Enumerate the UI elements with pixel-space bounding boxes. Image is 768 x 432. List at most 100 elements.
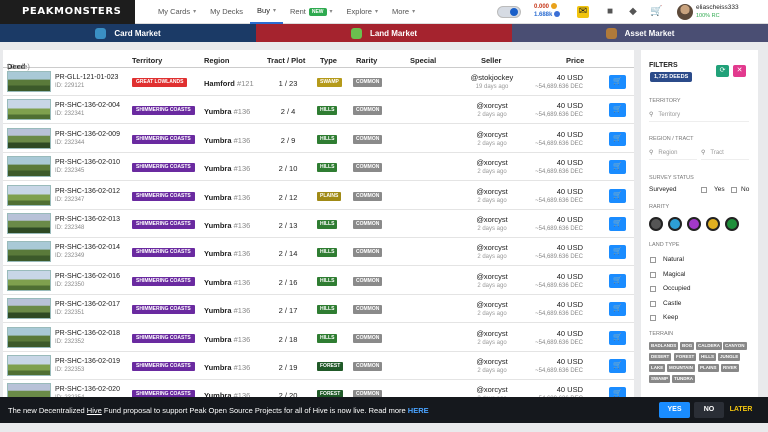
header-special[interactable]: Special (410, 56, 436, 65)
terrain-filter-tag[interactable]: FOREST (674, 353, 697, 361)
terrain-filter-tag[interactable]: PLAINS (698, 364, 719, 372)
deed-code[interactable]: PR-SHC-136-02-004 ID: 232341 (55, 102, 120, 117)
add-to-cart-button[interactable]: 🛒 (609, 359, 626, 373)
deed-code[interactable]: PR-SHC-136-02-014 ID: 232349 (55, 244, 120, 259)
deed-code[interactable]: PR-GLL-121-01-023 ID: 229121 (55, 74, 118, 89)
theme-toggle[interactable] (497, 6, 521, 18)
land-type-checkbox[interactable] (650, 300, 656, 307)
territory-input[interactable]: ⚲ Territory (649, 108, 749, 122)
terrain-filter-tag[interactable]: RIVER (721, 364, 739, 372)
deed-thumbnail[interactable] (7, 99, 51, 121)
table-row[interactable]: PR-SHC-136-02-017 ID: 232351 SHIMMERING CO… (3, 295, 634, 324)
deed-thumbnail[interactable] (7, 184, 51, 206)
header-region[interactable]: Region (204, 56, 229, 65)
deed-thumbnail[interactable] (7, 269, 51, 291)
add-to-cart-button[interactable]: 🛒 (609, 160, 626, 175)
land-type-checkbox[interactable] (650, 315, 656, 321)
refresh-filters-button[interactable]: ⟳ (716, 65, 729, 77)
table-row[interactable]: PR-SHC-136-02-013 ID: 232348 SHIMMERING CO… (3, 210, 634, 238)
terrain-filter-tag[interactable]: HILLS (699, 353, 716, 361)
terrain-filter-tag[interactable]: JUNGLE (718, 353, 741, 361)
table-row[interactable]: PR-SHC-136-02-009 ID: 232344 SHIMMERING CO… (3, 125, 634, 153)
deed-thumbnail[interactable] (7, 241, 51, 263)
clear-filters-button[interactable]: ✕ (733, 65, 746, 77)
header-seller[interactable]: Seller (481, 56, 501, 65)
terrain-filter-tag[interactable]: CANYON (723, 342, 747, 350)
surveyed-yes-checkbox[interactable] (701, 187, 707, 193)
table-row[interactable]: PR-SHC-136-02-012 ID: 232347 SHIMMERING CO… (3, 182, 634, 210)
deed-code[interactable]: PR-SHC-136-02-013 ID: 232348 (55, 216, 120, 231)
deed-thumbnail[interactable] (7, 71, 51, 92)
deed-code[interactable]: PR-SHC-136-02-017 ID: 232351 (55, 301, 120, 316)
region-input[interactable]: ⚲ Region (649, 146, 697, 160)
user-menu[interactable]: eliascheiss333 100% RC (696, 4, 739, 20)
nav-item-more[interactable]: More ▾ (385, 0, 422, 24)
terrain-filter-tag[interactable]: DESERT (649, 353, 672, 361)
chat-icon[interactable]: ✉ (577, 6, 589, 18)
here-link[interactable]: HERE (408, 406, 429, 415)
add-to-cart-button[interactable]: 🛒 (609, 217, 626, 231)
table-row[interactable]: PR-SHC-136-02-004 ID: 232341 SHIMMERING CO… (3, 96, 634, 125)
tab-land-market[interactable]: Land Market (256, 24, 512, 42)
rarity-filter-dot[interactable] (687, 217, 701, 231)
table-row[interactable]: PR-SHC-136-02-016 ID: 232350 SHIMMERING CO… (3, 267, 634, 295)
add-to-cart-button[interactable]: 🛒 (609, 75, 626, 89)
tract-input[interactable]: ⚲ Tract (701, 146, 749, 160)
hive-link[interactable]: Hive (87, 406, 102, 415)
deed-thumbnail[interactable] (7, 298, 51, 320)
deed-thumbnail[interactable] (7, 156, 51, 178)
surveyed-no-checkbox[interactable] (731, 187, 737, 193)
deed-thumbnail[interactable] (7, 355, 51, 376)
terrain-filter-tag[interactable]: CALDERA (696, 342, 722, 350)
nav-item-rent[interactable]: Rent NEW ▾ (283, 0, 340, 24)
deed-code[interactable]: PR-SHC-136-02-019 ID: 232353 (55, 358, 120, 373)
terrain-filter-tag[interactable]: BOG (680, 342, 695, 350)
deed-thumbnail[interactable] (7, 326, 51, 348)
rarity-filter-dot[interactable] (668, 217, 682, 231)
header-territory[interactable]: Territory (132, 56, 162, 65)
land-type-checkbox[interactable] (650, 257, 656, 263)
banner-later-button[interactable]: LATER (726, 402, 756, 418)
table-row[interactable]: PR-SHC-136-02-014 ID: 232349 SHIMMERING CO… (3, 238, 634, 267)
terrain-filter-tag[interactable]: TUNDRA (672, 375, 695, 383)
peakmonsters-logo[interactable]: PEAKMONSTERS (0, 0, 135, 24)
avatar[interactable] (677, 4, 693, 20)
add-to-cart-button[interactable]: 🛒 (609, 302, 626, 317)
land-type-checkbox[interactable] (650, 271, 656, 278)
rarity-filter-dot[interactable] (649, 217, 663, 231)
add-to-cart-button[interactable]: 🛒 (609, 245, 626, 260)
notification-icon[interactable]: ■ (604, 6, 616, 18)
terrain-filter-tag[interactable]: LAKE (649, 364, 666, 372)
add-to-cart-button[interactable]: 🛒 (609, 188, 626, 203)
deed-code[interactable]: PR-SHC-136-02-010 ID: 232345 (55, 159, 120, 174)
table-row[interactable]: PR-SHC-136-02-019 ID: 232353 SHIMMERING CO… (3, 352, 634, 380)
deed-code[interactable]: PR-SHC-136-02-016 ID: 232350 (55, 273, 120, 288)
deed-code[interactable]: PR-SHC-136-02-018 ID: 232352 (55, 330, 120, 345)
nav-item-buy[interactable]: Buy ▾ (250, 0, 283, 24)
terrain-filter-tag[interactable]: SWAMP (649, 375, 671, 383)
header-price[interactable]: Price (566, 56, 584, 65)
table-row[interactable]: PR-SHC-136-02-010 ID: 232345 SHIMMERING CO… (3, 153, 634, 182)
add-to-cart-button[interactable]: 🛒 (609, 131, 626, 146)
graduation-icon[interactable]: ◆ (627, 6, 639, 18)
header-tract-plot[interactable]: Tract / Plot (267, 56, 305, 65)
rarity-filter-dot[interactable] (706, 217, 720, 231)
tab-asset-market[interactable]: Asset Market (512, 24, 768, 42)
nav-item-my-decks[interactable]: My Decks (203, 0, 250, 24)
add-to-cart-button[interactable]: 🛒 (609, 273, 626, 288)
deed-thumbnail[interactable] (7, 127, 51, 149)
terrain-filter-tag[interactable]: MOUNTAIN (667, 364, 695, 372)
table-row[interactable]: PR-SHC-136-02-018 ID: 232352 SHIMMERING CO… (3, 324, 634, 352)
banner-no-button[interactable]: NO (694, 402, 724, 418)
header-type[interactable]: Type (320, 56, 337, 65)
banner-yes-button[interactable]: YES (659, 402, 690, 418)
deed-code[interactable]: PR-SHC-136-02-012 ID: 232347 (55, 188, 120, 203)
add-to-cart-button[interactable]: 🛒 (609, 330, 626, 345)
deed-code[interactable]: PR-SHC-136-02-009 ID: 232344 (55, 131, 120, 146)
tab-card-market[interactable]: Card Market (0, 24, 256, 42)
nav-item-my-cards[interactable]: My Cards ▾ (151, 0, 203, 24)
cart-icon[interactable]: 🛒 (650, 6, 662, 18)
table-row[interactable]: PR-GLL-121-01-023 ID: 229121 GREAT LOWLAND… (3, 68, 634, 96)
rarity-filter-dot[interactable] (725, 217, 739, 231)
header-rarity[interactable]: Rarity (356, 56, 377, 65)
